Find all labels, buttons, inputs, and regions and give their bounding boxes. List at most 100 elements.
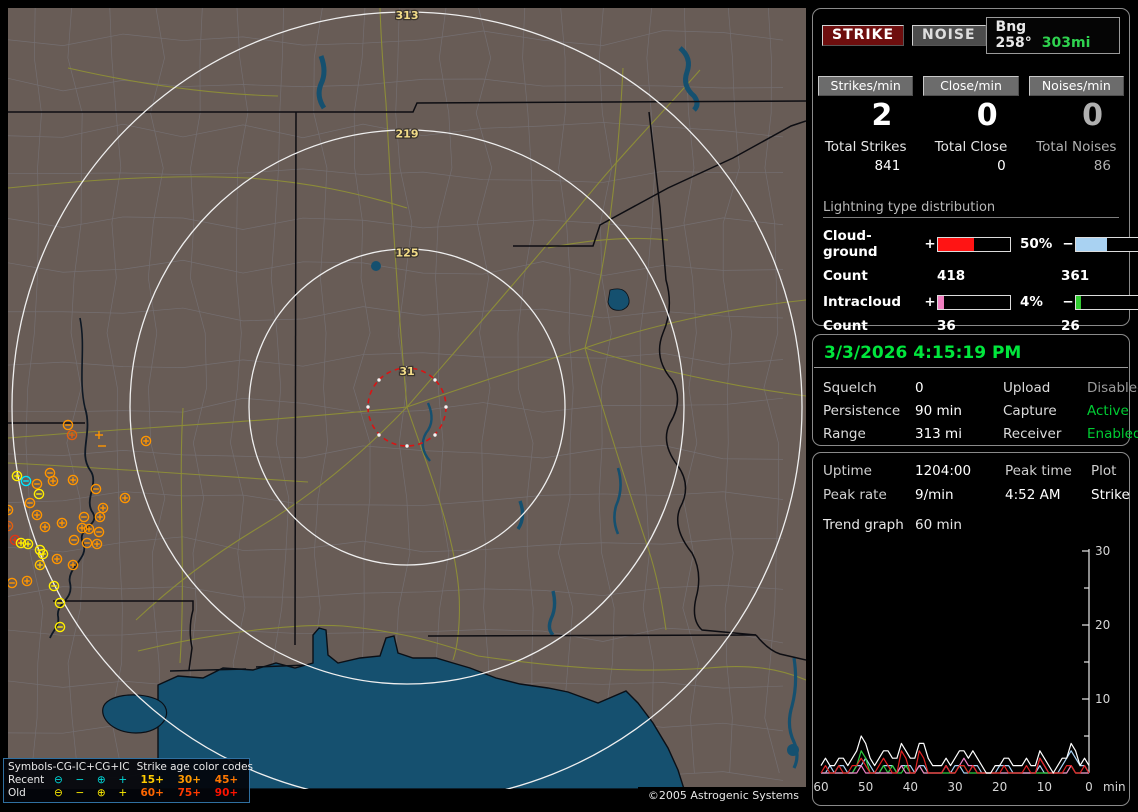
squelch-value: 0: [915, 380, 924, 396]
ic-plus-bar: [937, 294, 1011, 310]
noise-mode-button[interactable]: NOISE: [912, 25, 986, 46]
cg-count-label: Count: [823, 268, 868, 284]
distribution-header: Lightning type distribution: [823, 200, 1119, 218]
cg-plus-count: 418: [937, 268, 966, 284]
legend-old-row: Old ⊖ − ⊕ + 60+ 75+ 90+: [8, 787, 245, 800]
trend-graph[interactable]: 10 20 30 60 50 40 30 20 10 0 min: [813, 539, 1131, 801]
copyright-notice: ©2005 Astrogenic Systems: [637, 787, 806, 805]
close-counter: Close/min 0 Total Close 0: [918, 76, 1023, 174]
total-close-label: Total Close: [934, 139, 1008, 155]
bearing-readout: Bng 258° 303mi: [985, 17, 1120, 54]
settings-grid: Squelch 0 Upload Disabled Persistence 90…: [813, 368, 1138, 442]
peak-rate-value: 9/min: [915, 487, 954, 503]
range-label: Range: [823, 426, 866, 442]
svg-text:50: 50: [858, 780, 873, 794]
age-45: 45+: [214, 774, 239, 786]
cloud-ground-counts: Count 418 361: [823, 268, 1119, 284]
total-noises-label: Total Noises: [1036, 139, 1117, 155]
ic-minus-recent-icon: −: [75, 774, 85, 786]
cg-plus-bar: [937, 236, 1011, 252]
range-value: 313 mi: [915, 426, 962, 442]
ic-count-label: Count: [823, 318, 868, 334]
uptime-label: Uptime: [823, 463, 872, 479]
total-noises-value: 86: [1093, 158, 1111, 174]
legend-symbols-title: Symbols: [8, 761, 53, 773]
legend-col-pos-cg: +CG: [86, 761, 111, 773]
noises-per-min-chip[interactable]: Noises/min: [1028, 76, 1124, 96]
rate-counters: Strikes/min 2 Total Strikes 841 Close/mi…: [813, 76, 1129, 174]
legend-col-neg-cg: -CG: [52, 761, 72, 773]
ic-minus-bar: [1075, 294, 1138, 310]
cg-minus-bar-fill: [1076, 237, 1107, 251]
legend-old-label: Old: [8, 787, 26, 799]
plus-sign: +: [924, 236, 936, 252]
capture-status: Active: [1087, 403, 1129, 419]
receiver-status: Enabled: [1087, 426, 1138, 442]
age-75: 75+: [177, 787, 202, 799]
map-symbol-legend: Symbols -CG -IC +CG +IC Strike age color…: [3, 758, 253, 803]
plot-label: Plot: [1091, 463, 1117, 479]
age-15: 15+: [140, 774, 164, 786]
close-per-min-value: 0: [976, 98, 998, 133]
age-60: 60+: [140, 787, 164, 799]
strike-mode-button[interactable]: STRIKE: [822, 25, 905, 46]
persistence-label: Persistence: [823, 403, 901, 419]
map-panel: 313 219 125 31 Symbols -CG -IC +CG +IC Stri…: [3, 8, 806, 805]
legend-recent-row: Recent ⊖ − ⊕ + 15+ 30+ 45+: [8, 774, 245, 787]
plus-sign: +: [924, 294, 936, 310]
ic-minus-bar-fill: [1076, 295, 1082, 309]
legend-col-pos-ic: +IC: [110, 761, 130, 773]
ic-plus-pct: 4%: [1020, 294, 1043, 310]
capture-label: Capture: [1003, 403, 1057, 419]
intracloud-label: Intracloud: [823, 294, 902, 310]
svg-text:30: 30: [1095, 544, 1110, 558]
svg-text:313: 313: [396, 9, 419, 22]
svg-text:0: 0: [1085, 780, 1093, 794]
uptime-value: 1204:00: [915, 463, 972, 479]
strikes-per-min-chip[interactable]: Strikes/min: [818, 76, 914, 96]
noises-per-min-value: 0: [1082, 98, 1103, 133]
cg-minus-bar: [1075, 236, 1138, 252]
intracloud-counts: Count 36 26: [823, 318, 1119, 334]
svg-text:10: 10: [1095, 692, 1110, 706]
ic-plus-bar-fill: [938, 295, 945, 309]
upload-status: Disabled: [1087, 380, 1138, 396]
close-per-min-chip[interactable]: Close/min: [923, 76, 1019, 96]
cloud-ground-label: Cloud-ground: [823, 228, 878, 260]
lightning-tracker-app: { "map": { "copyright": "©2005 Astrogeni…: [0, 0, 1138, 812]
cloud-ground-row: Cloud-ground + 50% − 43%: [823, 228, 1138, 260]
ic-plus-count: 36: [937, 318, 956, 334]
mode-button-row: STRIKE NOISE Bng 258° 303mi: [813, 9, 1129, 54]
receiver-label: Receiver: [1003, 426, 1062, 442]
strikes-per-min-value: 2: [871, 98, 893, 133]
noises-counter: Noises/min 0 Total Noises 86: [1024, 76, 1129, 174]
trend-graph-value: 60 min: [915, 517, 962, 533]
strike-counters-panel: STRIKE NOISE Bng 258° 303mi Strikes/min 2…: [812, 8, 1138, 334]
cg-minus-count: 361: [1061, 268, 1090, 284]
trend-graph-label: Trend graph: [823, 517, 904, 533]
svg-text:min: min: [1103, 780, 1126, 794]
svg-text:31: 31: [399, 365, 414, 378]
bearing-value: Bng 258°: [995, 19, 1032, 51]
cg-minus-old-icon: ⊖: [54, 787, 63, 799]
ic-plus-recent-icon: +: [118, 774, 128, 786]
ic-minus-old-icon: −: [75, 787, 85, 799]
svg-text:125: 125: [396, 246, 419, 259]
peak-time-label: Peak time: [1005, 463, 1072, 479]
svg-text:30: 30: [947, 780, 962, 794]
datetime-display: 3/3/2026 4:15:19 PM: [814, 335, 1128, 368]
age-90: 90+: [214, 787, 239, 799]
peak-time-value: 4:52 AM: [1005, 487, 1061, 503]
legend-age-title: Strike age color codes: [136, 761, 253, 773]
map-canvas[interactable]: 313 219 125 31: [8, 8, 806, 789]
peak-rate-label: Peak rate: [823, 487, 887, 503]
legend-header-row: Symbols -CG -IC +CG +IC Strike age color…: [8, 761, 253, 774]
plot-value: Strike: [1091, 487, 1130, 503]
ic-minus-count: 26: [1061, 318, 1080, 334]
legend-recent-label: Recent: [8, 774, 45, 786]
bearing-distance: 303mi: [1041, 35, 1091, 51]
svg-text:219: 219: [396, 128, 419, 141]
svg-text:40: 40: [903, 780, 918, 794]
ic-plus-old-icon: +: [118, 787, 128, 799]
persistence-value: 90 min: [915, 403, 962, 419]
